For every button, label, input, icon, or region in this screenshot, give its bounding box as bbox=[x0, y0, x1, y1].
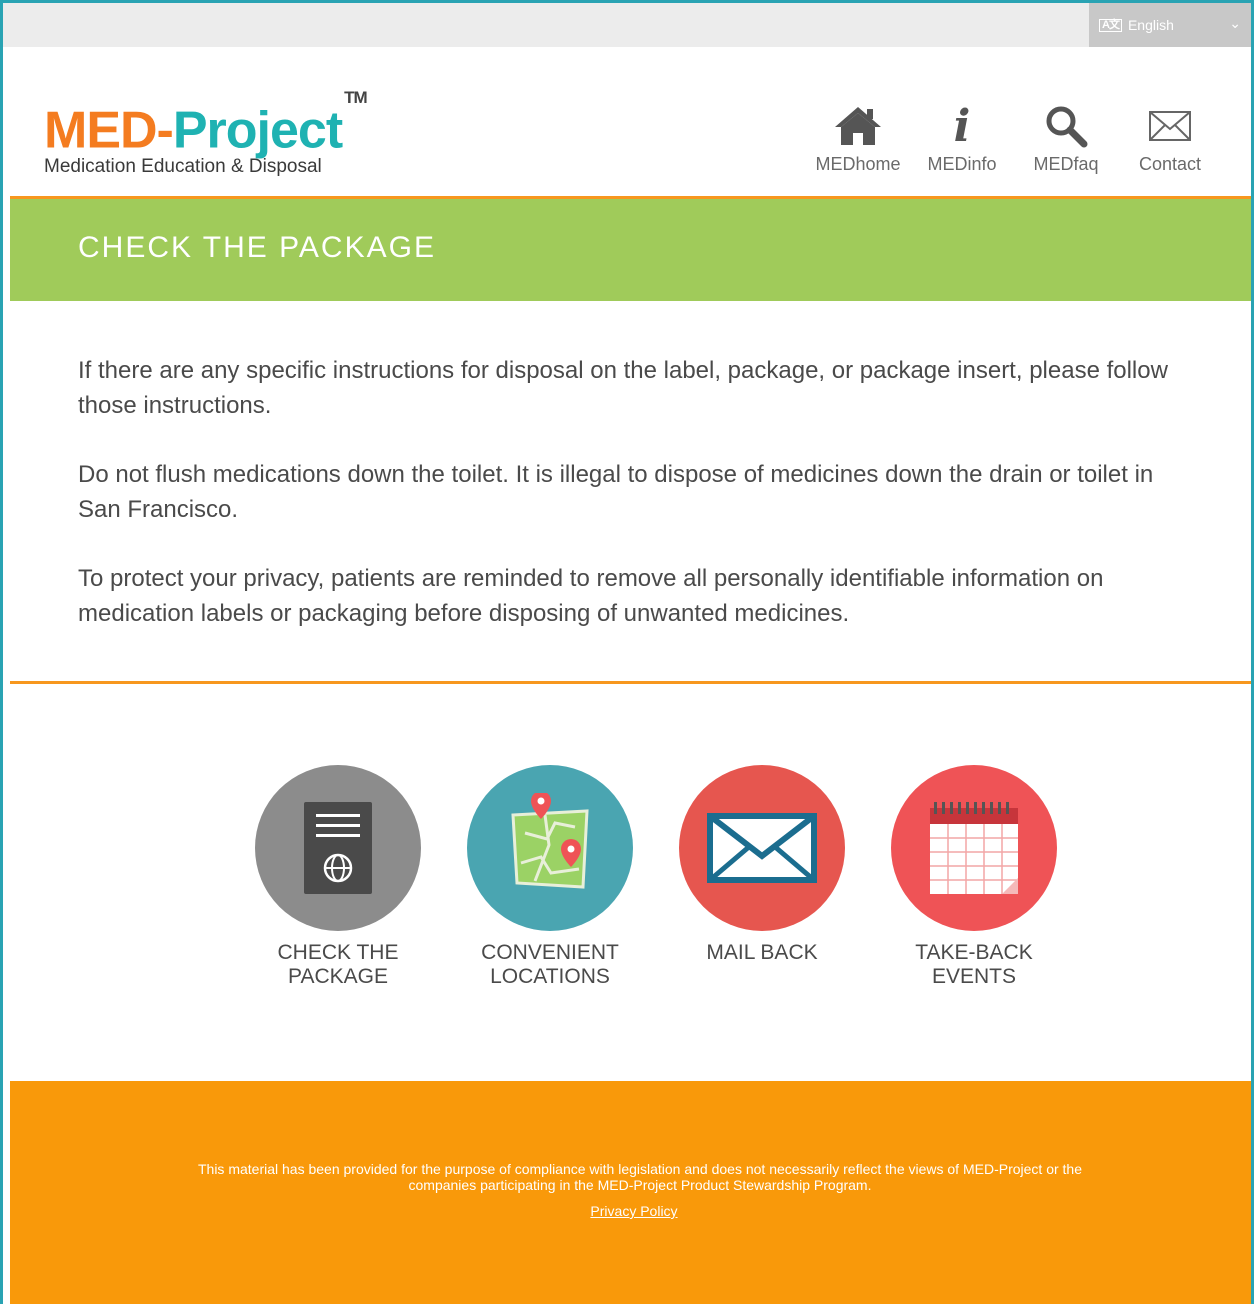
nav-item-medfaq[interactable]: MEDfaq bbox=[1014, 100, 1118, 175]
mail-icon bbox=[679, 765, 845, 931]
package-insert-icon bbox=[255, 765, 421, 931]
option-take-back-events[interactable]: TAKE-BACK EVENTS bbox=[868, 765, 1080, 989]
option-label: CONVENIENT LOCATIONS bbox=[481, 941, 619, 988]
disposal-options: CHECK THE PACKAGE CONVENIENT LOCATIONS M… bbox=[232, 765, 1080, 989]
top-bar: A文 English ⌄ bbox=[3, 3, 1251, 47]
content-paragraph: If there are any specific instructions f… bbox=[78, 357, 1168, 419]
privacy-policy-link[interactable]: Privacy Policy bbox=[10, 1203, 1254, 1219]
page-title: CHECK THE PACKAGE bbox=[78, 231, 436, 264]
nav-item-medhome[interactable]: MEDhome bbox=[806, 100, 910, 175]
nav-label: MEDhome bbox=[815, 154, 901, 174]
content-paragraph: Do not flush medications down the toilet… bbox=[78, 461, 1154, 523]
option-label: CHECK THE PACKAGE bbox=[277, 941, 399, 988]
main-nav: MEDhome i MEDinfo MEDfaq Contact bbox=[806, 100, 1222, 175]
nav-item-medinfo[interactable]: i MEDinfo bbox=[910, 100, 1014, 175]
option-convenient-locations[interactable]: CONVENIENT LOCATIONS bbox=[444, 765, 656, 989]
chevron-down-icon: ⌄ bbox=[1229, 15, 1241, 31]
translate-icon: A文 bbox=[1099, 18, 1122, 32]
nav-item-contact[interactable]: Contact bbox=[1118, 100, 1222, 175]
map-icon bbox=[467, 765, 633, 931]
home-icon bbox=[806, 100, 910, 152]
main-content: If there are any specific instructions f… bbox=[78, 353, 1188, 665]
language-selector[interactable]: A文 English ⌄ bbox=[1089, 3, 1251, 47]
option-check-package[interactable]: CHECK THE PACKAGE bbox=[232, 765, 444, 989]
content-paragraph: To protect your privacy, patients are re… bbox=[78, 565, 1104, 627]
page-banner: CHECK THE PACKAGE bbox=[10, 199, 1252, 301]
content-divider bbox=[10, 681, 1252, 684]
site-tagline: Medication Education & Disposal bbox=[44, 156, 322, 177]
site-logo[interactable]: MED-ProjectTM bbox=[44, 88, 368, 158]
search-icon bbox=[1014, 100, 1118, 152]
info-icon: i bbox=[953, 100, 971, 152]
option-label: MAIL BACK bbox=[706, 941, 818, 964]
footer-disclaimer: This material has been provided for the … bbox=[197, 1161, 1082, 1193]
nav-label: MEDinfo bbox=[927, 154, 997, 174]
option-label: TAKE-BACK EVENTS bbox=[915, 941, 1033, 988]
site-footer: This material has been provided for the … bbox=[10, 1081, 1252, 1304]
nav-label: Contact bbox=[1138, 154, 1202, 174]
site-header: MED-ProjectTM Medication Education & Dis… bbox=[10, 48, 1252, 196]
nav-label: MEDfaq bbox=[1033, 154, 1099, 174]
language-label: English bbox=[1127, 17, 1174, 33]
option-mail-back[interactable]: MAIL BACK bbox=[656, 765, 868, 989]
calendar-icon bbox=[891, 765, 1057, 931]
envelope-icon bbox=[1118, 100, 1222, 152]
